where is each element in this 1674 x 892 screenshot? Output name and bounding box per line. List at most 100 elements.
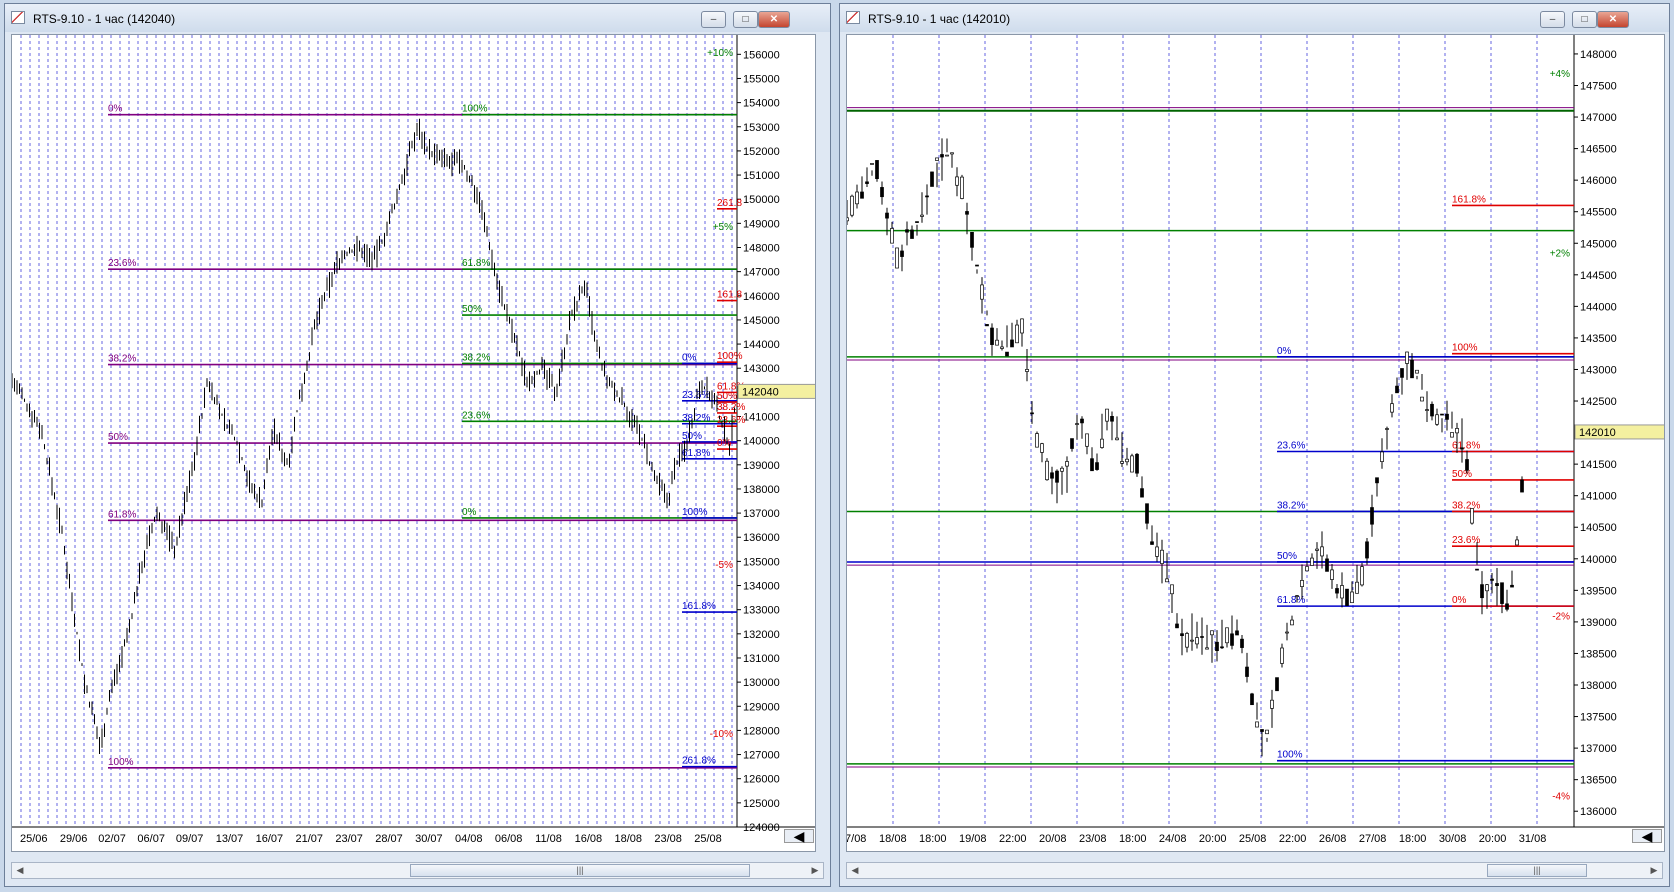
- candle-body: [880, 187, 884, 198]
- fib-purple-label: 38.2%: [108, 354, 136, 365]
- candle-body: [1390, 403, 1394, 413]
- title-bar[interactable]: RTS-9.10 - 1 час (142040) – □ ✕: [5, 4, 830, 32]
- candle-body: [1315, 548, 1319, 551]
- candle-body: [1090, 458, 1094, 472]
- scroll-left-arrow-icon[interactable]: ◀: [12, 863, 28, 878]
- chart-canvas[interactable]: 156000 155000 154000 153000 152000 151000 1500…: [12, 35, 816, 852]
- candle-body: [1025, 369, 1029, 372]
- scroll-left-icon[interactable]: ◀: [784, 829, 814, 843]
- maximize-button[interactable]: □: [1572, 11, 1597, 28]
- scroll-right-arrow-icon[interactable]: ▶: [1646, 863, 1662, 878]
- candle-body: [1035, 433, 1039, 448]
- candle-body: [1395, 385, 1399, 394]
- fib-blue-label: 261.8%: [682, 756, 716, 767]
- candle-body: [1335, 588, 1339, 594]
- y-tick-label: 142500: [1580, 396, 1617, 408]
- title-bar[interactable]: RTS-9.10 - 1 час (142010) – □ ✕: [840, 4, 1669, 32]
- horizontal-scrollbar[interactable]: ◀ ||| ▶: [846, 862, 1663, 879]
- candle-body: [975, 264, 979, 267]
- y-tick-label: 147000: [1580, 112, 1617, 124]
- scroll-left-icon[interactable]: ◀: [1632, 829, 1662, 843]
- candle-body: [1230, 633, 1234, 646]
- minimize-button[interactable]: –: [1540, 11, 1565, 28]
- y-tick-label: 149000: [743, 218, 780, 230]
- fib-blue-label: 61.8%: [1277, 595, 1305, 606]
- horizontal-scrollbar[interactable]: ◀ ||| ▶: [11, 862, 824, 879]
- candle-body: [1280, 647, 1284, 664]
- x-tick-label: 7/08: [847, 833, 866, 845]
- candle-body: [895, 247, 899, 269]
- candle-body: [955, 176, 959, 186]
- y-tick-label: 141000: [1580, 491, 1617, 503]
- close-button[interactable]: ✕: [758, 11, 790, 28]
- y-tick-label: 136500: [1580, 775, 1617, 787]
- y-tick-label: 154000: [743, 98, 780, 110]
- candle-body: [1105, 408, 1109, 422]
- candle-body: [1135, 453, 1139, 474]
- candle-body: [1045, 460, 1049, 481]
- y-tick-label: 148000: [1580, 49, 1617, 61]
- candle-body: [1055, 470, 1059, 483]
- candle-body: [1275, 677, 1279, 692]
- y-tick-label: 129000: [743, 701, 780, 713]
- candle-body: [1160, 549, 1164, 564]
- candle-body: [1520, 479, 1524, 493]
- x-tick-label: 18/08: [879, 833, 907, 845]
- y-tick-label: 148000: [743, 242, 780, 254]
- fib-purple-label: 0%: [108, 104, 123, 115]
- y-tick-label: 141000: [743, 412, 780, 424]
- y-tick-label: 146500: [1580, 144, 1617, 156]
- candle-body: [1270, 699, 1274, 709]
- x-tick-label: 31/08: [1519, 833, 1547, 845]
- chart-canvas[interactable]: 148000 147500 147000 146500 146000 145500 1450…: [847, 35, 1665, 852]
- y-tick-label: 134000: [743, 581, 780, 593]
- fib-purple-label: 61.8%: [108, 509, 136, 520]
- price-chart[interactable]: 148000 147500 147000 146500 146000 145500 1450…: [846, 34, 1665, 852]
- candle-body: [1165, 578, 1169, 583]
- price-chart[interactable]: 156000 155000 154000 153000 152000 151000 1500…: [11, 34, 816, 852]
- candle-body: [1500, 582, 1504, 604]
- y-tick-label: 130000: [743, 677, 780, 689]
- x-tick-label: 18:00: [1119, 833, 1147, 845]
- candle-body: [1065, 461, 1069, 467]
- candle-body: [1420, 396, 1424, 402]
- candle-body: [920, 214, 924, 217]
- scroll-thumb[interactable]: |||: [1487, 864, 1587, 877]
- candle-body: [1000, 346, 1004, 349]
- x-tick-label: 19/08: [959, 833, 987, 845]
- current-price-label: 142040: [742, 386, 779, 398]
- y-tick-label: 132000: [743, 629, 780, 641]
- y-tick-label: 155000: [743, 73, 780, 85]
- fib-blue-label: 100%: [1277, 750, 1303, 761]
- fib-blue-label: 23.6%: [1277, 441, 1305, 452]
- minimize-button[interactable]: –: [701, 11, 726, 28]
- fib-green-label: 23.6%: [462, 410, 490, 421]
- close-button[interactable]: ✕: [1597, 11, 1629, 28]
- candle-body: [1490, 578, 1494, 581]
- candle-body: [1320, 546, 1324, 557]
- candle-body: [1375, 477, 1379, 484]
- candle-body: [935, 157, 939, 161]
- fib-blue-label: 50%: [682, 431, 702, 442]
- y-tick-label: 126000: [743, 774, 780, 786]
- scroll-left-arrow-icon[interactable]: ◀: [847, 863, 863, 878]
- candle-body: [1085, 433, 1089, 447]
- candle-body: [1425, 409, 1429, 411]
- candle-body: [1190, 639, 1194, 642]
- x-tick-label: 04/08: [455, 833, 483, 845]
- candle-body: [885, 212, 889, 219]
- x-tick-label: 16/07: [256, 833, 284, 845]
- candle-body: [1400, 368, 1404, 378]
- candle-body: [960, 176, 964, 199]
- window-title: RTS-9.10 - 1 час (142010): [868, 12, 1011, 26]
- y-tick-label: 144500: [1580, 270, 1617, 282]
- x-tick-label: 22:00: [999, 833, 1027, 845]
- maximize-button[interactable]: □: [733, 11, 758, 28]
- percent-label: -2%: [1552, 612, 1570, 623]
- scroll-right-arrow-icon[interactable]: ▶: [807, 863, 823, 878]
- scroll-thumb[interactable]: |||: [410, 864, 750, 877]
- candle-body: [1200, 636, 1204, 638]
- candle-body: [1360, 566, 1364, 586]
- y-tick-label: 143000: [743, 363, 780, 375]
- percent-label: +10%: [707, 48, 733, 59]
